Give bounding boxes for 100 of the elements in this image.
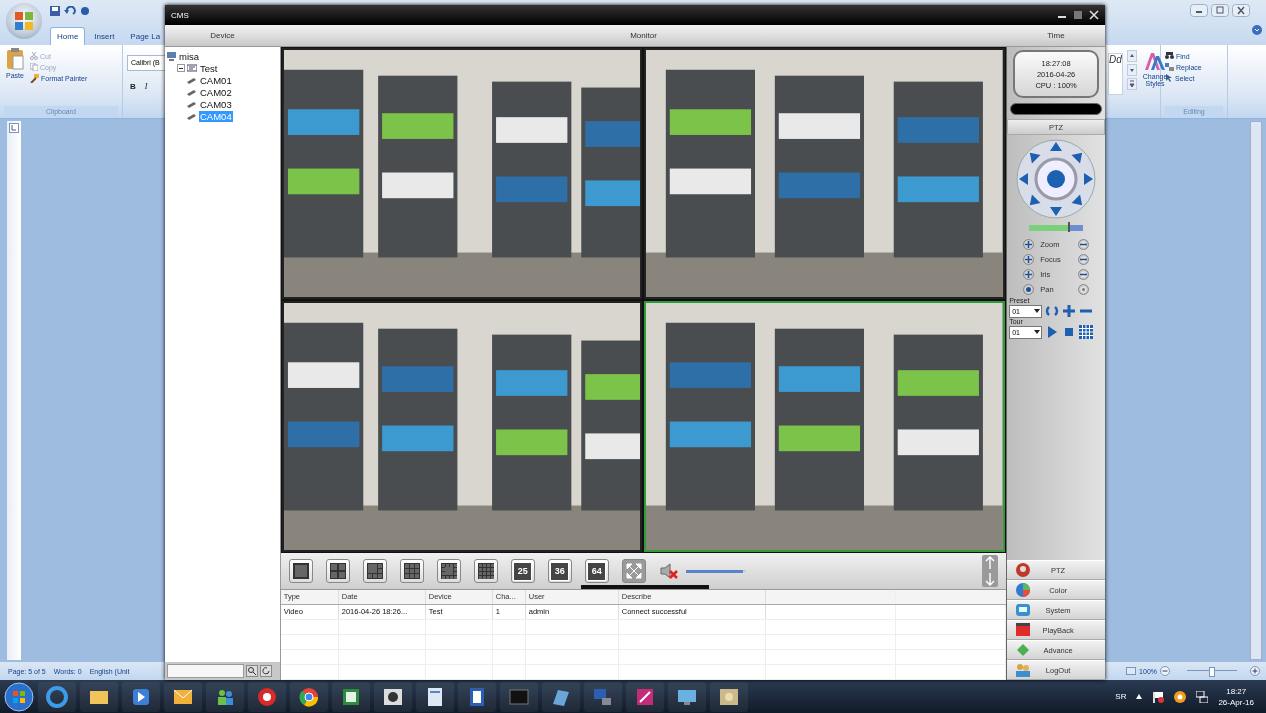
app-icon [1015,602,1032,618]
language-indicator[interactable]: SR [1115,692,1127,701]
scrollbar[interactable] [1250,121,1262,660]
layout-button[interactable] [325,559,350,583]
app-icon [1015,562,1032,578]
minus-icon [1080,271,1087,278]
increase-button[interactable] [1023,269,1035,280]
splitter-handle[interactable] [580,585,709,589]
panel-header: Time [1046,30,1066,42]
layout-button[interactable]: 64 [584,559,609,583]
brush-icon [30,74,39,83]
more-icon[interactable] [1126,78,1137,90]
bold-button[interactable]: B [127,82,139,91]
window-title: CMS [171,10,189,20]
replace-icon [1165,63,1174,71]
plus-icon [1025,271,1033,278]
ribbon-tab[interactable]: Insert [87,27,122,45]
minus-icon [1080,241,1087,248]
show-hidden-icon[interactable] [1136,694,1143,699]
layout-button[interactable] [436,559,461,583]
help-icon[interactable] [1252,25,1262,35]
plus-icon [1025,241,1033,248]
increase-button[interactable] [1023,239,1035,250]
computer-icon [167,51,176,61]
device-icon [187,63,197,73]
grid-layout-icon [292,563,309,579]
italic-button[interactable]: I [141,82,151,91]
caret-icon [1034,309,1041,313]
layout-button[interactable]: 25 [510,559,535,583]
clock[interactable]: 18:27 26-Apr-16 [1218,686,1254,707]
network-icon[interactable] [1196,690,1209,703]
plus-icon [1025,256,1033,263]
clipboard-icon [6,48,24,70]
browser-icon[interactable] [298,685,320,708]
tree-item[interactable]: misa [178,50,201,62]
volume-slider[interactable] [685,568,746,574]
styles-icon [1144,51,1167,71]
ribbon-tab[interactable]: Page La [123,27,168,45]
layout-button[interactable] [399,559,424,583]
increase-button[interactable] [1023,254,1035,265]
decrease-button[interactable] [1078,284,1089,295]
office-button[interactable] [6,3,42,39]
search-field[interactable] [167,664,244,678]
grid-icon[interactable] [1079,325,1094,339]
collapse-icon[interactable] [177,64,185,72]
close-icon[interactable] [1232,4,1250,17]
dot-icon [1026,287,1032,292]
scroll-up-icon[interactable] [1126,50,1137,62]
decrease-button[interactable] [1078,239,1089,250]
direction-pad[interactable] [1016,139,1097,219]
decrease-button[interactable] [1078,269,1089,280]
style-preview[interactable]: Dd [1108,53,1123,95]
maximize-icon[interactable] [1073,10,1083,20]
refresh-icon[interactable] [1045,304,1060,318]
copy-icon [30,63,38,71]
save-icon[interactable] [50,6,60,16]
dot-icon [1082,288,1085,291]
search-icon[interactable] [246,665,258,677]
app-icon [1015,582,1032,598]
logo-icon [14,11,34,31]
scissors-icon [30,52,38,60]
mute-icon[interactable] [658,562,679,580]
scroll-arrows-icon[interactable] [982,555,999,587]
layout-button[interactable]: 36 [547,559,572,583]
plus-icon[interactable] [1062,304,1077,318]
app-tray-icon[interactable] [1174,690,1187,703]
fullscreen-icon [625,563,642,579]
binoculars-icon [1165,52,1174,60]
slider-thumb[interactable] [1209,667,1215,677]
layout-button[interactable] [473,559,498,583]
scroll-down-icon[interactable] [1126,64,1137,76]
minus-icon [1080,256,1087,263]
ribbon-tab[interactable]: Home [50,27,86,45]
speed-slider[interactable] [1029,225,1083,231]
tree-item[interactable]: CAM01 [199,74,233,86]
tree-item[interactable]: CAM02 [199,86,233,98]
minimize-icon[interactable] [1190,4,1208,17]
grid-layout-icon [440,563,457,579]
start-button[interactable] [4,681,34,712]
undo-icon[interactable] [64,6,76,16]
app-icon [1015,642,1032,658]
decrease-button[interactable] [1078,254,1089,265]
close-icon[interactable] [1089,10,1099,20]
ruler-toggle-icon[interactable] [9,123,19,133]
zoom-in-icon[interactable] [1250,666,1260,676]
grid-layout-icon [477,563,494,579]
app-icon [1015,662,1032,678]
layout-button[interactable] [288,559,313,583]
grid-layout-icon [403,563,420,579]
layout-button[interactable] [362,559,387,583]
grid-layout-icon [366,563,383,579]
increase-button[interactable] [1023,284,1035,295]
grid-layout-icon [329,563,346,579]
flag-icon[interactable] [1152,690,1165,703]
refresh-icon[interactable] [260,665,272,677]
panel-header: Device [209,30,236,42]
tree-item[interactable]: Test [199,62,219,74]
browser-icon[interactable] [256,685,278,708]
panel-header: Monitor [629,30,658,42]
tree-item[interactable]: CAM03 [199,98,233,110]
